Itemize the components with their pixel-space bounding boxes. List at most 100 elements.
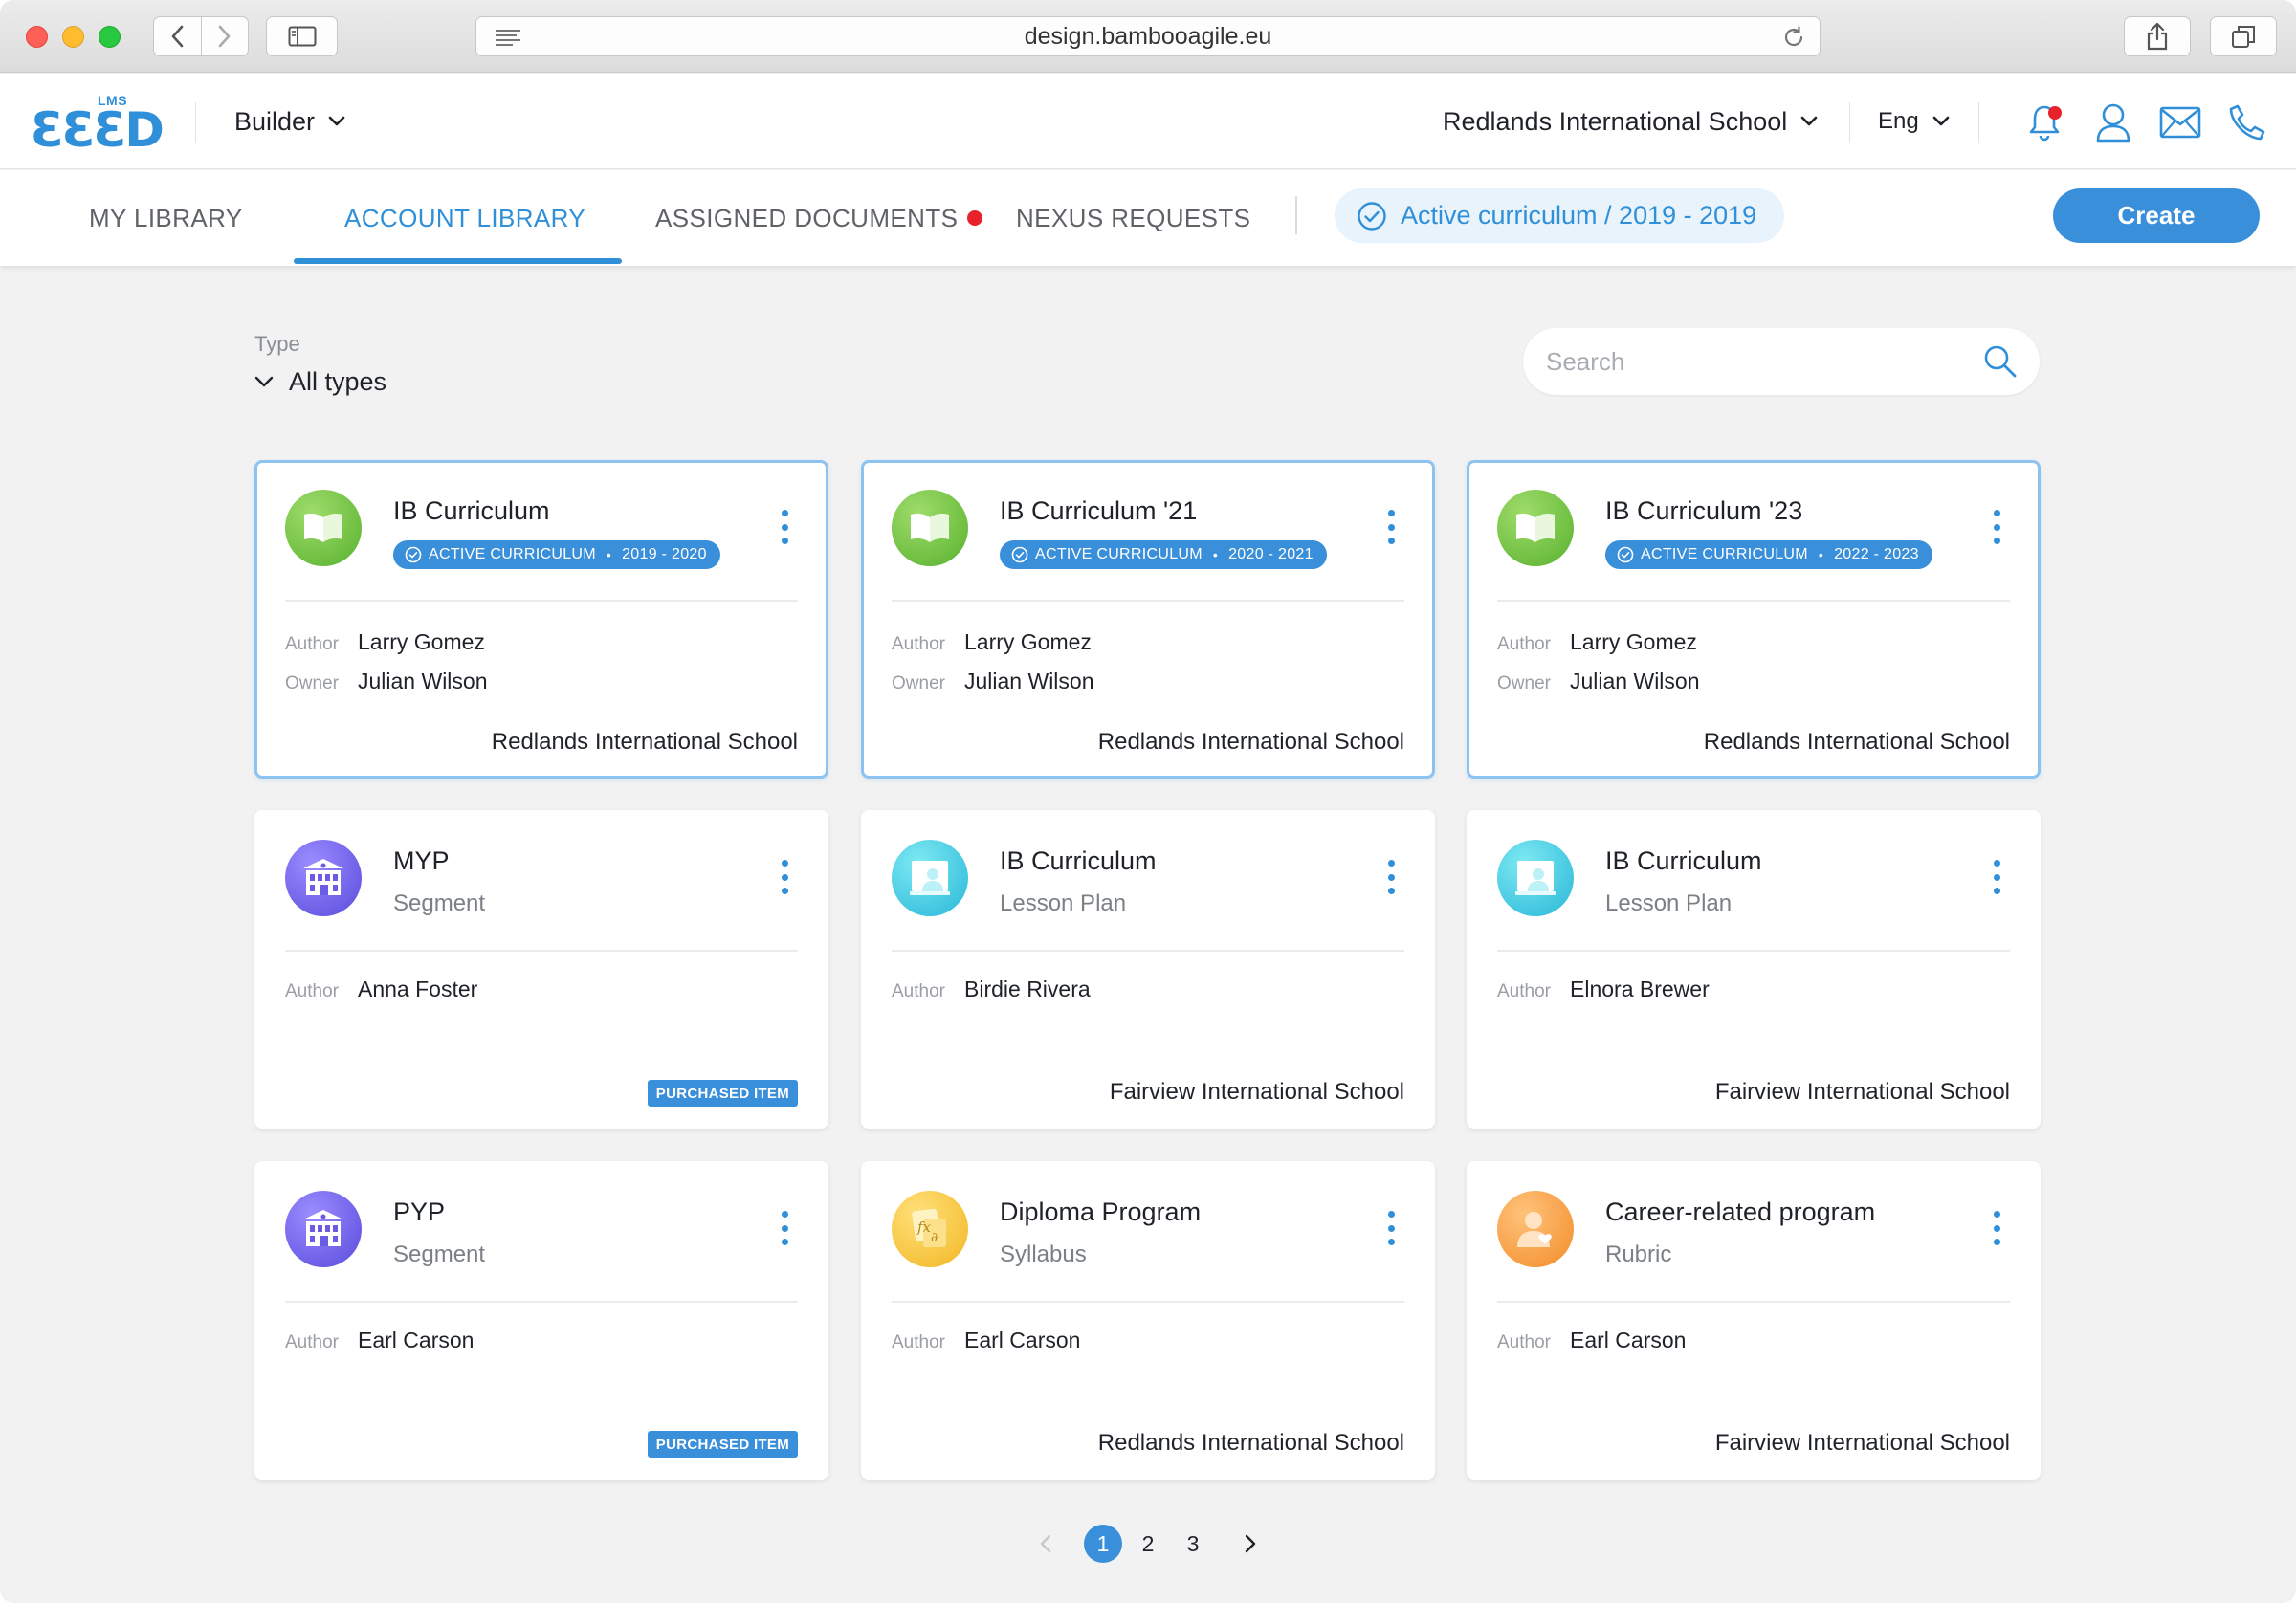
more-options-icon[interactable] [779, 1211, 790, 1245]
active-curriculum-badge: ACTIVE CURRICULUM • 2022 - 2023 [1605, 540, 1932, 569]
library-card[interactable]: fx ∂ Diploma Program Syllabus Author Earl… [861, 1161, 1435, 1480]
tab-overview-button[interactable] [2210, 16, 2277, 56]
author-key: Author [892, 981, 945, 1001]
create-button[interactable]: Create [2053, 188, 2260, 243]
owner-key: Owner [1497, 673, 1551, 693]
tab-my-library[interactable]: MY LIBRARY [89, 170, 243, 266]
notifications-button[interactable] [2024, 100, 2068, 144]
author-name: Birdie Rivera [964, 977, 1091, 1001]
author-row: Author Anna Foster [285, 977, 477, 1002]
card-avatar [1497, 1191, 1574, 1267]
pagination-next-button[interactable] [1234, 1527, 1267, 1560]
search-icon[interactable] [1982, 343, 2019, 380]
card-title: MYP [393, 846, 450, 875]
app-logo[interactable]: LMS ƐƐƐD [31, 93, 165, 158]
header-divider [1978, 102, 1979, 143]
reader-icon [496, 30, 520, 46]
card-school: Fairview International School [1109, 1079, 1404, 1105]
active-curriculum-chip[interactable]: Active curriculum / 2019 - 2019 [1335, 188, 1784, 243]
author-key: Author [285, 634, 339, 654]
school-name: Redlands International School [1443, 106, 1788, 136]
library-card[interactable]: IB Curriculum Lesson Plan Author Elnora … [1467, 810, 2041, 1129]
person-heart-icon [1517, 1212, 1552, 1247]
more-options-icon[interactable] [779, 510, 790, 544]
search-box [1523, 328, 2040, 395]
card-subtitle: Segment [393, 1241, 486, 1267]
badge-separator: • [1212, 547, 1219, 562]
card-school: Redlands International School [1097, 729, 1404, 755]
card-divider [892, 950, 1404, 952]
pagination-page[interactable]: 3 [1174, 1525, 1212, 1563]
library-card[interactable]: IB Curriculum Lesson Plan Author Birdie … [861, 810, 1435, 1129]
author-name: Anna Foster [358, 977, 478, 1001]
owner-key: Owner [892, 673, 945, 693]
more-options-icon[interactable] [1385, 510, 1397, 544]
card-title: IB Curriculum [1000, 846, 1157, 875]
chevron-left-icon [1040, 1534, 1051, 1553]
call-button[interactable] [2225, 100, 2269, 144]
builder-label: Builder [234, 106, 316, 136]
reload-icon[interactable] [1781, 25, 1806, 50]
active-curriculum-label: Active curriculum / 2019 - 2019 [1401, 201, 1757, 230]
school-dropdown[interactable]: Redlands International School [1443, 102, 1818, 141]
more-options-icon[interactable] [779, 860, 790, 894]
builder-dropdown[interactable]: Builder [234, 102, 345, 141]
library-card[interactable]: MYP Segment Author Anna Foster PURCHASED… [254, 810, 828, 1129]
card-title: IB Curriculum '23 [1605, 496, 1803, 525]
more-options-icon[interactable] [1385, 860, 1397, 894]
sidebar-toggle-button[interactable] [266, 16, 338, 56]
chevron-right-icon [218, 25, 231, 48]
svg-text:∂: ∂ [931, 1230, 938, 1245]
chevron-right-icon [1245, 1534, 1256, 1553]
pagination-page[interactable]: 2 [1129, 1525, 1167, 1563]
profile-button[interactable] [2091, 100, 2135, 144]
notification-dot [967, 210, 983, 226]
author-row: Author Larry Gomez [1497, 629, 1697, 655]
share-button[interactable] [2124, 16, 2191, 56]
card-title: Career-related program [1605, 1197, 1876, 1226]
messages-button[interactable] [2158, 100, 2202, 144]
author-key: Author [892, 634, 945, 654]
minimize-window-button[interactable] [62, 26, 84, 48]
card-avatar [892, 840, 968, 916]
tab-nexus-requests[interactable]: NEXUS REQUESTS [1016, 170, 1250, 266]
library-card[interactable]: IB Curriculum '23 ACTIVE CURRICULUM • 20… [1467, 460, 2041, 779]
tabs-divider [1295, 196, 1297, 234]
address-bar[interactable]: design.bambooagile.eu [475, 16, 1821, 56]
more-options-icon[interactable] [1991, 1211, 2002, 1245]
pagination-page[interactable]: 1 [1084, 1525, 1122, 1563]
sidebar-icon [288, 26, 316, 47]
tab-label: ASSIGNED DOCUMENTS [655, 203, 959, 232]
browser-window: design.bambooagile.eu LMS ƐƐƐD Builder R… [0, 0, 2296, 1603]
mail-icon [2159, 106, 2201, 139]
zoom-window-button[interactable] [99, 26, 121, 48]
badge-years: 2020 - 2021 [1228, 546, 1314, 562]
tab-account-library[interactable]: ACCOUNT LIBRARY [344, 170, 585, 266]
close-window-button[interactable] [26, 26, 48, 48]
back-button[interactable] [154, 17, 201, 55]
author-name: Larry Gomez [358, 629, 485, 654]
language-value: Eng [1878, 108, 1919, 134]
chevron-down-icon [328, 116, 345, 126]
card-title: Diploma Program [1000, 1197, 1202, 1226]
search-input[interactable] [1546, 346, 1967, 377]
card-divider [892, 600, 1404, 602]
bell-icon [2029, 105, 2062, 142]
badge-label: ACTIVE CURRICULUM [1641, 546, 1808, 562]
forward-button[interactable] [200, 17, 248, 55]
more-options-icon[interactable] [1991, 860, 2002, 894]
library-card[interactable]: IB Curriculum ACTIVE CURRICULUM • 2019 -… [254, 460, 828, 779]
more-options-icon[interactable] [1385, 1211, 1397, 1245]
library-card[interactable]: IB Curriculum '21 ACTIVE CURRICULUM • 20… [861, 460, 1435, 779]
more-options-icon[interactable] [1991, 510, 2002, 544]
tab-label: NEXUS REQUESTS [1016, 203, 1251, 232]
library-card[interactable]: PYP Segment Author Earl Carson PURCHASED… [254, 1161, 828, 1480]
tab-assigned-documents[interactable]: ASSIGNED DOCUMENTS [655, 170, 983, 266]
author-key: Author [285, 981, 339, 1001]
pagination-prev-button[interactable] [1029, 1527, 1062, 1560]
card-divider [285, 950, 798, 952]
type-filter-dropdown[interactable]: All types [254, 365, 386, 398]
lesson-board-icon [1515, 861, 1556, 895]
language-dropdown[interactable]: Eng [1878, 102, 1950, 141]
library-card[interactable]: Career-related program Rubric Author Ear… [1467, 1161, 2041, 1480]
